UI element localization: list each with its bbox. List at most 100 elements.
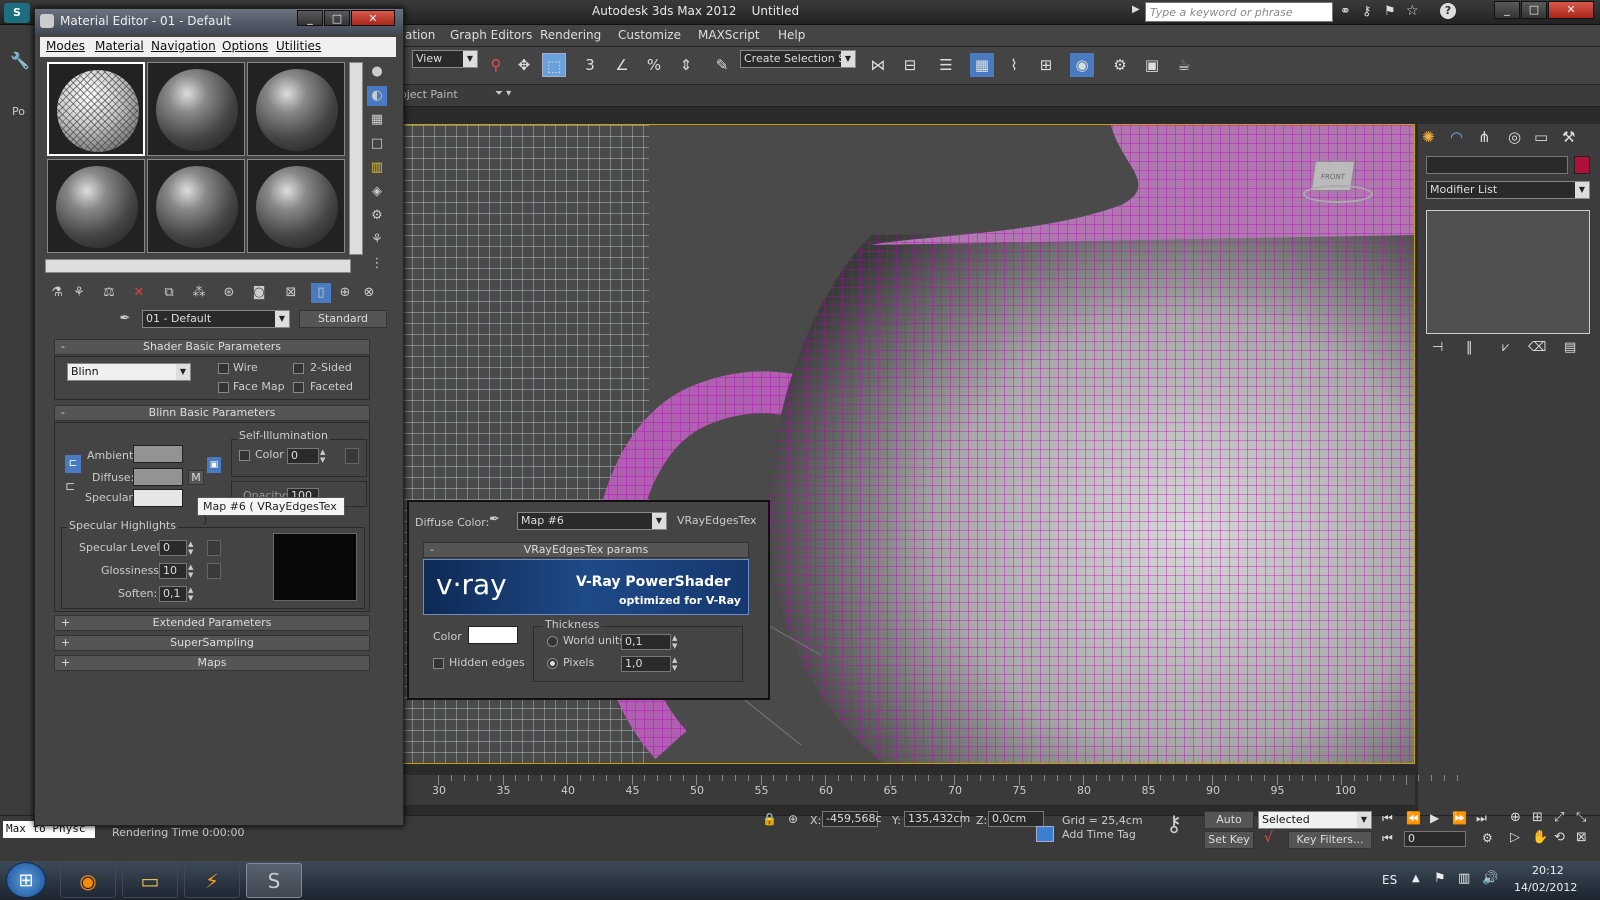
display-tab-icon[interactable]: ▭ (1534, 128, 1548, 146)
menu-rendering[interactable]: Rendering (540, 28, 601, 42)
material-type-button[interactable]: Standard (299, 310, 387, 328)
left-tab-label[interactable]: Po (12, 105, 25, 118)
make-material-copy-icon[interactable]: ⧉ (159, 283, 179, 303)
get-material-icon[interactable]: ⚗ (47, 283, 67, 303)
world-units-field[interactable]: 0,1 ▲ ▼ (621, 634, 677, 650)
clock-date[interactable]: 14/02/2012 (1514, 881, 1577, 894)
curve-editor-icon[interactable]: ⌇ (1002, 53, 1026, 77)
me-menu-navigation[interactable]: Navigation (151, 39, 216, 53)
show-end-result-icon[interactable]: ‖ (1466, 340, 1473, 355)
slots-vertical-scrollbar[interactable] (349, 62, 363, 255)
3dsmax-taskbar-icon[interactable]: S (246, 863, 302, 898)
angle-snap-icon[interactable]: ∠ (610, 53, 634, 77)
absolute-mode-icon[interactable]: ⊕ (788, 812, 798, 826)
go-forward-sibling-icon[interactable]: ⊗ (359, 283, 379, 303)
app-logo-icon[interactable]: S (4, 3, 30, 23)
viewcube-ring[interactable] (1303, 185, 1373, 203)
zoom-all-icon[interactable]: ⊞ (1532, 810, 1543, 825)
key-mode-toggle-icon[interactable]: ⏮ (1382, 831, 1393, 846)
two-sided-checkbox[interactable] (293, 363, 304, 374)
reset-map-icon[interactable]: ✕ (129, 283, 149, 303)
search-arrow-icon[interactable]: ▶ (1132, 4, 1140, 15)
goto-end-icon[interactable]: ⏭ (1476, 811, 1487, 826)
orbit-icon[interactable]: ⟲ (1554, 830, 1565, 845)
field-of-view-icon[interactable]: ▷ (1510, 830, 1520, 845)
start-button-icon[interactable]: ⊞ (6, 862, 46, 898)
put-to-library-icon[interactable]: ⊛ (219, 283, 239, 303)
key-tangent-icon[interactable]: √ (1264, 830, 1273, 846)
reference-coord-dropdown[interactable]: View ▼ (412, 50, 478, 68)
language-indicator[interactable]: ES (1382, 873, 1397, 887)
lock-diffuse-specular-icon[interactable]: ⊏ (65, 479, 75, 493)
self-illum-map-button[interactable] (345, 448, 359, 464)
favorites-star-icon[interactable]: ☆ (1406, 3, 1419, 19)
timeline[interactable]: 30 35 40 45 50 55 60 65 70 75 80 85 90 95 100 (400, 775, 1459, 805)
graphite-tools-icon[interactable]: ▦ (970, 53, 994, 77)
sample-slot-2[interactable] (147, 62, 245, 156)
y-coordinate-field[interactable]: 135,432cm (904, 811, 970, 827)
material-navigator-icon[interactable]: ⋮ (367, 254, 387, 274)
backlight-icon[interactable]: ◐ (367, 86, 387, 106)
menu-customize[interactable]: Customize (618, 28, 681, 42)
material-editor-icon[interactable]: ◉ (1070, 53, 1094, 77)
hierarchy-tab-icon[interactable]: ⋔ (1478, 128, 1491, 146)
maximize-viewport-icon[interactable]: ⊠ (1576, 830, 1587, 845)
diffuse-color-swatch[interactable] (133, 468, 183, 486)
vrayedgestex-params-header[interactable]: - VRayEdgesTex params (423, 542, 749, 558)
add-time-tag-label[interactable]: Add Time Tag (1062, 828, 1136, 841)
binoculars-icon[interactable]: ⚭ (1340, 4, 1351, 19)
video-color-check-icon[interactable]: ▥ (367, 158, 387, 178)
pick-map-eyedropper-icon[interactable]: ✒ (489, 512, 500, 527)
self-illum-value-field[interactable]: 0 ▲ ▼ (287, 448, 325, 464)
motion-tab-icon[interactable]: ◎ (1508, 128, 1521, 146)
key-icon[interactable]: ⚷ (1362, 4, 1372, 19)
diffuse-map-button[interactable]: M (188, 470, 204, 485)
options-icon[interactable]: ⚙ (367, 206, 387, 226)
pick-material-eyedropper-icon[interactable]: ✒ (115, 309, 135, 329)
assign-material-icon[interactable]: ⚖ (99, 283, 119, 303)
pivot-icon[interactable]: ⚲ (484, 53, 508, 77)
rendered-frame-icon[interactable]: ▣ (1140, 53, 1164, 77)
percent-snap-icon[interactable]: % (642, 53, 666, 77)
set-key-button[interactable]: Set Key (1204, 831, 1254, 849)
lock-selection-icon[interactable]: 🔒 (762, 812, 777, 826)
remove-modifier-icon[interactable]: ⌫ (1528, 340, 1546, 355)
search-input[interactable]: Type a keyword or phrase (1145, 2, 1333, 22)
utilities-tab-icon[interactable]: ⚒ (1562, 128, 1575, 146)
play-icon[interactable]: ▶ (1430, 811, 1439, 825)
slots-horizontal-scrollbar[interactable] (45, 259, 351, 273)
previous-frame-icon[interactable]: ⏪ (1406, 811, 1421, 825)
auto-key-button[interactable]: Auto Key (1204, 811, 1254, 842)
me-menu-material[interactable]: Material (95, 39, 144, 53)
help-icon[interactable]: ? (1440, 3, 1456, 19)
menu-item[interactable]: ation (405, 28, 435, 42)
modifier-stack-list[interactable] (1426, 210, 1590, 334)
material-name-dropdown[interactable]: 01 - Default ▼ (142, 310, 290, 328)
firefox-taskbar-icon[interactable]: ◉ (60, 863, 116, 898)
clock-time[interactable]: 20:12 (1532, 864, 1564, 877)
set-key-icon[interactable]: ⚷ (1166, 812, 1182, 837)
tray-expand-icon[interactable]: ▲ (1412, 873, 1420, 884)
network-icon[interactable]: ▥ (1458, 871, 1470, 886)
map-type-label[interactable]: VRayEdgesTex (677, 514, 757, 527)
render-teapot-icon[interactable]: ☕ (1172, 53, 1196, 77)
edit-named-sets-icon[interactable]: ✎ (710, 53, 734, 77)
ribbon-toggle-icon[interactable]: ⏷ ▾ (495, 88, 511, 99)
explorer-taskbar-icon[interactable]: ▭ (122, 863, 178, 898)
specular-level-map-button[interactable] (207, 540, 221, 556)
modify-tab-icon[interactable]: ◠ (1450, 128, 1463, 146)
selection-set-dropdown[interactable]: Create Selection Se ▼ (740, 50, 856, 68)
hidden-edges-checkbox[interactable] (433, 658, 444, 669)
world-units-radio[interactable] (547, 636, 558, 647)
schematic-view-icon[interactable]: ⊞ (1034, 53, 1058, 77)
blinn-basic-rollout-header[interactable]: - Blinn Basic Parameters (54, 405, 370, 421)
lock-ambient-diffuse-icon[interactable]: ⊏ (65, 455, 81, 473)
pixels-field[interactable]: 1,0 ▲ ▼ (621, 656, 677, 672)
make-unique-icon[interactable]: ⩗ (1502, 340, 1509, 355)
me-minimize-button[interactable]: _ (297, 10, 323, 26)
action-center-icon[interactable]: ⚑ (1434, 871, 1446, 886)
spinner-snap-icon[interactable]: ⇕ (674, 53, 698, 77)
lock-diffuse-map-icon[interactable]: ▣ (207, 457, 221, 473)
shader-type-dropdown[interactable]: Blinn ▼ (67, 363, 191, 381)
sample-slot-1[interactable] (47, 62, 145, 156)
